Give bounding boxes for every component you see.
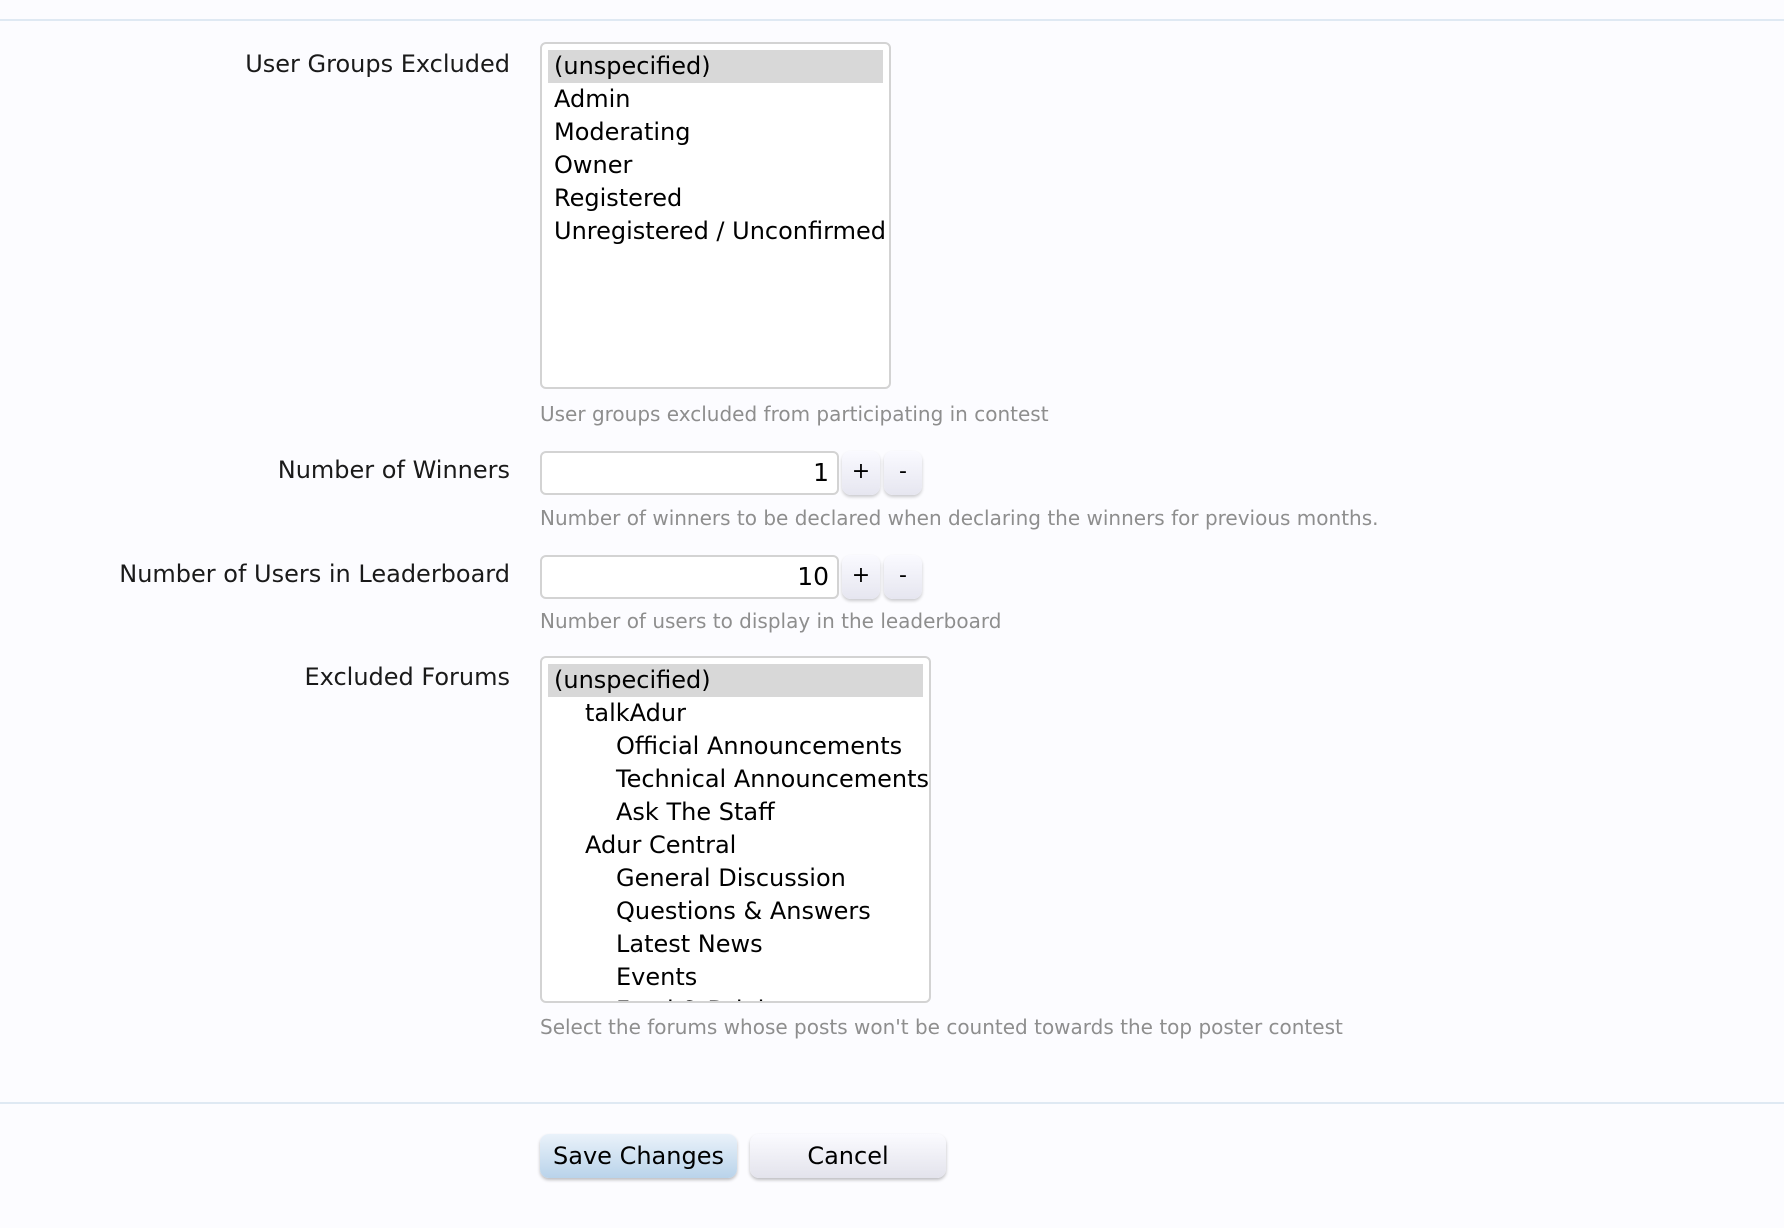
list-option[interactable]: Events (548, 961, 923, 994)
list-option[interactable]: Unregistered / Unconfirmed (548, 215, 886, 248)
number-of-users-label: Number of Users in Leaderboard (119, 560, 510, 588)
user-groups-excluded-listbox[interactable]: (unspecified) Admin Moderating Owner Registe… (540, 42, 891, 389)
list-option[interactable]: Owner (548, 149, 883, 182)
list-option[interactable]: Registered (548, 182, 883, 215)
user-groups-excluded-hint: User groups excluded from participating … (540, 402, 1049, 426)
actions-divider (0, 1102, 1784, 1104)
list-option[interactable]: (unspecified) (548, 664, 923, 697)
number-of-winners-hint: Number of winners to be declared when de… (540, 506, 1379, 530)
list-option[interactable]: Moderating (548, 116, 883, 149)
excluded-forums-hint: Select the forums whose posts won't be c… (540, 1015, 1343, 1039)
list-option[interactable]: Latest News (548, 928, 923, 961)
list-option[interactable]: Official Announcements (548, 730, 923, 763)
list-option[interactable]: Adur Central (548, 829, 923, 862)
list-option[interactable]: Questions & Answers (548, 895, 923, 928)
list-option[interactable]: Admin (548, 83, 883, 116)
winners-increment-button[interactable]: + (842, 451, 880, 495)
list-option[interactable]: Technical Announcements (548, 763, 929, 796)
number-of-winners-label: Number of Winners (277, 456, 510, 484)
list-option[interactable]: General Discussion (548, 862, 923, 895)
winners-decrement-button[interactable]: - (884, 451, 922, 495)
users-decrement-button[interactable]: - (884, 555, 922, 599)
list-option[interactable]: talkAdur (548, 697, 923, 730)
number-of-winners-input[interactable]: 1 (540, 451, 839, 495)
excluded-forums-label: Excluded Forums (304, 663, 510, 691)
excluded-forums-listbox[interactable]: (unspecified) talkAdur Official Announceme… (540, 656, 931, 1003)
cancel-button[interactable]: Cancel (750, 1134, 946, 1178)
number-of-users-input[interactable]: 10 (540, 555, 839, 599)
user-groups-excluded-label: User Groups Excluded (245, 50, 510, 78)
users-increment-button[interactable]: + (842, 555, 880, 599)
number-of-users-hint: Number of users to display in the leader… (540, 609, 1002, 633)
save-changes-button[interactable]: Save Changes (540, 1134, 737, 1178)
list-option[interactable]: Ask The Staff (548, 796, 923, 829)
list-option[interactable]: Food & Drink (548, 994, 923, 1001)
top-divider (0, 19, 1784, 21)
list-option[interactable]: (unspecified) (548, 50, 883, 83)
